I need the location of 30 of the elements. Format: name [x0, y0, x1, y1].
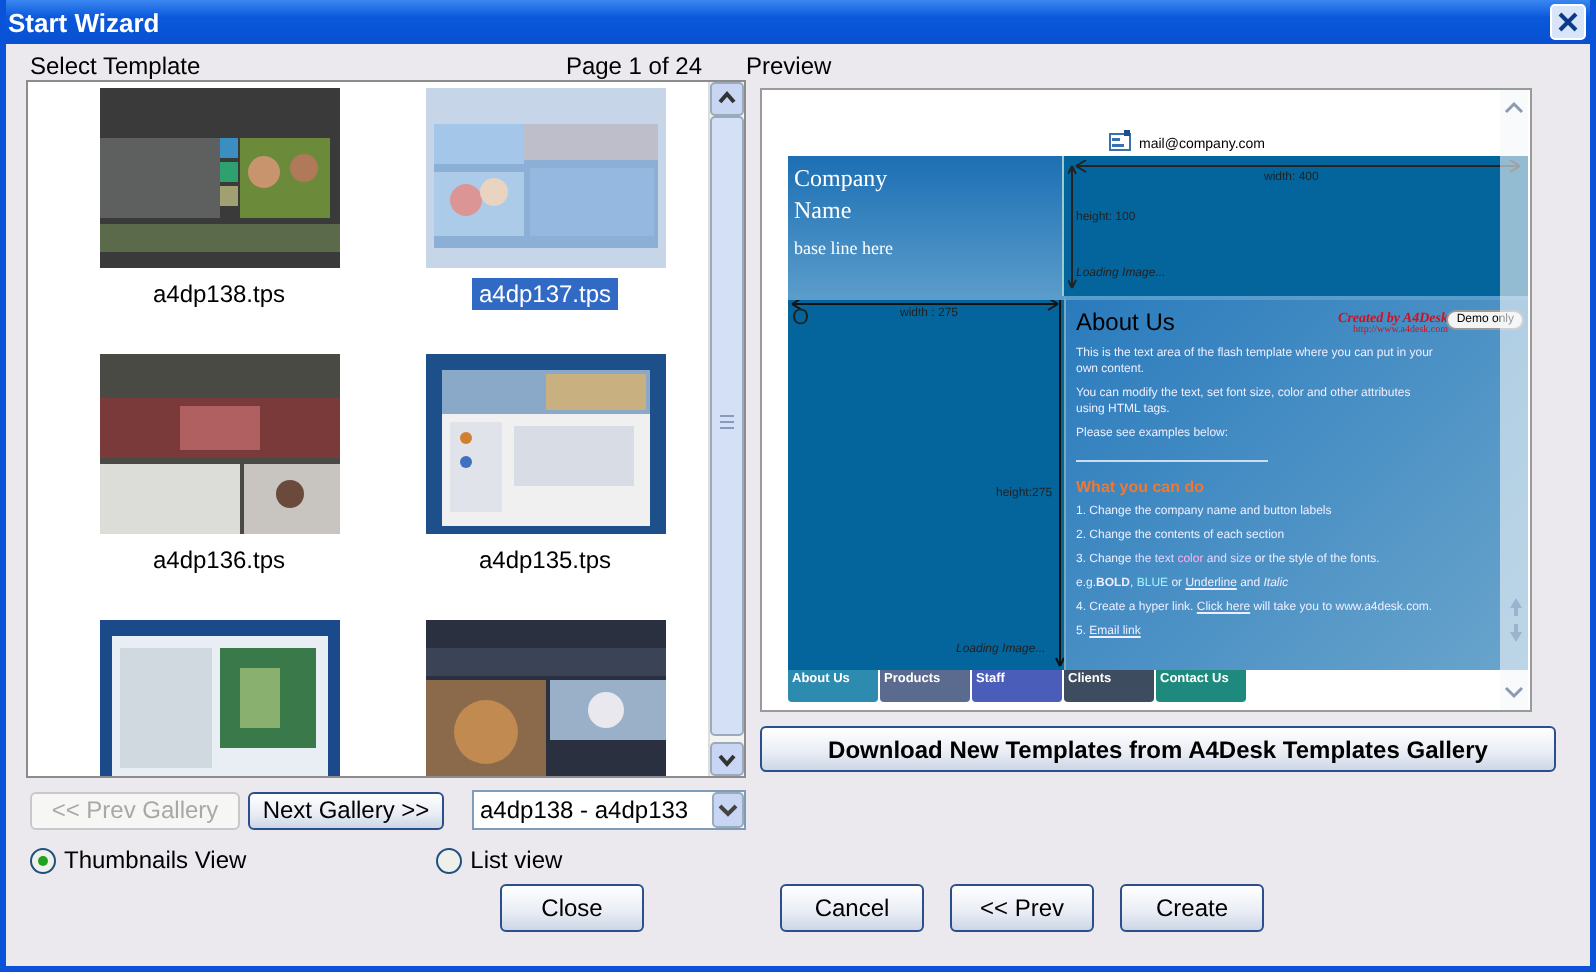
dialog-button[interactable]: Cancel: [780, 884, 924, 932]
close-icon[interactable]: [1550, 4, 1586, 40]
radio-button[interactable]: [436, 847, 463, 873]
page-indicator: Page 1 of 24: [565, 52, 702, 80]
radio-button[interactable]: [30, 847, 56, 873]
scroll-up-button[interactable]: [710, 82, 744, 116]
section-heading: About Us: [1076, 308, 1175, 336]
template-name[interactable]: a4dp137.tps: [472, 278, 618, 310]
subheading: What you can do: [1076, 477, 1206, 495]
baseline-text: base line here: [794, 238, 895, 258]
company-name: Company: [794, 162, 890, 194]
next-gallery-button[interactable]: Next Gallery >>: [248, 791, 444, 829]
scroll-down-button[interactable]: [710, 742, 744, 776]
placeholder-letter: O: [792, 306, 810, 330]
dialog-button[interactable]: Close: [500, 884, 644, 932]
dialog-button[interactable]: << Prev: [950, 884, 1094, 932]
radio-label[interactable]: List view: [470, 846, 563, 874]
section-label: Select Template: [30, 52, 201, 80]
download-templates-button[interactable]: Download New Templates from A4Desk Templates Gallery: [760, 726, 1556, 772]
template-name[interactable]: a4dp136.tps: [146, 544, 292, 576]
window-title: Start Wizard: [8, 7, 160, 37]
radio-label[interactable]: Thumbnails View: [64, 846, 247, 874]
range-dropdown[interactable]: a4dp138 - a4dp133: [472, 790, 746, 830]
mail-icon: [1107, 130, 1131, 152]
dialog-button[interactable]: Create: [1120, 884, 1264, 932]
section-label: Preview: [746, 52, 832, 80]
template-name[interactable]: a4dp135.tps: [472, 544, 618, 576]
company-name: Name: [794, 194, 854, 226]
template-name[interactable]: a4dp138.tps: [146, 278, 292, 310]
scrollbar-thumb[interactable]: [710, 116, 744, 736]
